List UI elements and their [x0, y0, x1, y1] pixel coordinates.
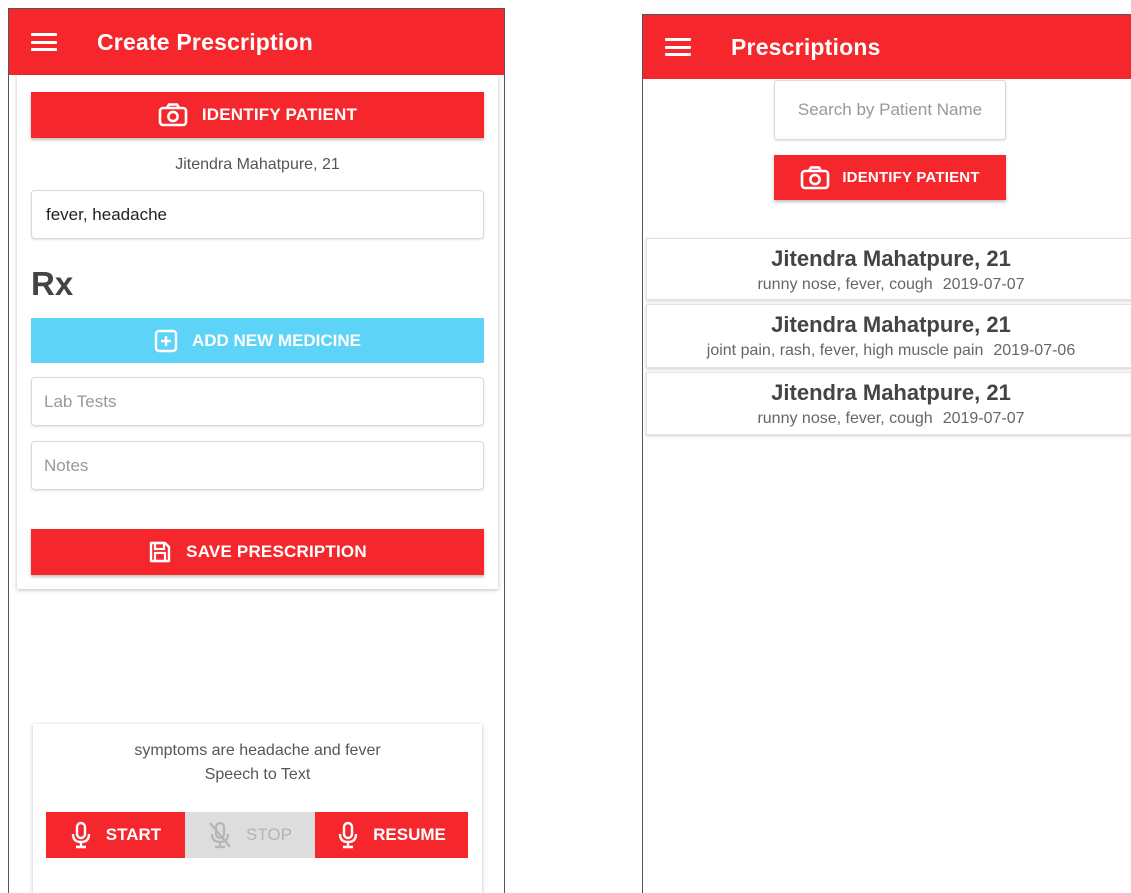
- prescription-summary: runny nose, fever, cough 2019-07-07: [647, 410, 1131, 428]
- date-text: 2019-07-07: [942, 276, 1025, 293]
- patient-name: Jitendra Mahatpure, 21: [771, 312, 1011, 337]
- app-bar: Create Prescription: [9, 9, 504, 75]
- menu-icon[interactable]: [665, 38, 691, 56]
- speech-transcript: symptoms are headache and fever: [134, 742, 381, 759]
- prescription-summary: joint pain, rash, fever, high muscle pai…: [647, 342, 1131, 360]
- save-prescription-label: SAVE PRESCRIPTION: [186, 542, 367, 561]
- date-text: 2019-07-06: [993, 342, 1076, 359]
- symptoms-text: runny nose, fever, cough: [757, 410, 933, 427]
- start-label: START: [105, 825, 162, 844]
- lab-tests-input[interactable]: Lab Tests: [31, 377, 484, 426]
- save-prescription-button[interactable]: SAVE PRESCRIPTION: [31, 529, 484, 575]
- patient-name-label: Jitendra Mahatpure, 21: [175, 156, 340, 173]
- symptoms-input[interactable]: fever, headache: [31, 190, 484, 239]
- prescriptions-screen: Prescriptions Search by Patient Name IDE…: [642, 14, 1131, 893]
- identify-patient-label: IDENTIFY PATIENT: [842, 169, 980, 186]
- plus-box-icon: [154, 329, 178, 352]
- create-prescription-screen: Create Prescription IDENTIFY PATIENT Jit…: [8, 8, 505, 893]
- patient-name: Jitendra Mahatpure, 21: [771, 246, 1011, 271]
- list-item[interactable]: Jitendra Mahatpure, 21 joint pain, rash,…: [646, 304, 1131, 368]
- menu-icon[interactable]: [31, 33, 57, 51]
- resume-button[interactable]: RESUME: [315, 812, 468, 858]
- patient-name: Jitendra Mahatpure, 21: [771, 380, 1011, 405]
- add-new-medicine-button[interactable]: ADD NEW MEDICINE: [31, 318, 484, 363]
- add-new-medicine-label: ADD NEW MEDICINE: [191, 330, 362, 350]
- screen-title: Prescriptions: [731, 33, 881, 60]
- camera-icon: [158, 103, 188, 127]
- speech-caption: Speech to Text: [204, 766, 311, 783]
- resume-label: RESUME: [373, 825, 446, 844]
- identify-patient-button[interactable]: IDENTIFY PATIENT: [31, 92, 484, 138]
- date-text: 2019-07-07: [942, 410, 1025, 427]
- rx-heading: Rx: [31, 265, 74, 302]
- prescription-summary: runny nose, fever, cough 2019-07-07: [647, 276, 1131, 294]
- search-input[interactable]: Search by Patient Name: [774, 80, 1006, 140]
- camera-icon: [801, 165, 830, 189]
- list-item[interactable]: Jitendra Mahatpure, 21 runny nose, fever…: [646, 372, 1131, 435]
- mic-icon: [338, 821, 358, 849]
- symptoms-text: runny nose, fever, cough: [757, 276, 933, 293]
- stop-label: STOP: [246, 825, 292, 844]
- save-icon: [149, 541, 171, 563]
- start-button[interactable]: START: [46, 812, 185, 858]
- stop-button[interactable]: STOP: [185, 812, 315, 858]
- identify-patient-button[interactable]: IDENTIFY PATIENT: [774, 155, 1006, 200]
- app-bar: Prescriptions: [643, 15, 1131, 79]
- symptoms-text: joint pain, rash, fever, high muscle pai…: [706, 342, 984, 359]
- mic-off-icon: [209, 821, 231, 849]
- identify-patient-label: IDENTIFY PATIENT: [201, 105, 358, 124]
- notes-input[interactable]: Notes: [31, 441, 484, 490]
- screen-title: Create Prescription: [97, 28, 313, 55]
- list-item[interactable]: Jitendra Mahatpure, 21 runny nose, fever…: [646, 238, 1131, 300]
- mic-icon: [71, 821, 90, 849]
